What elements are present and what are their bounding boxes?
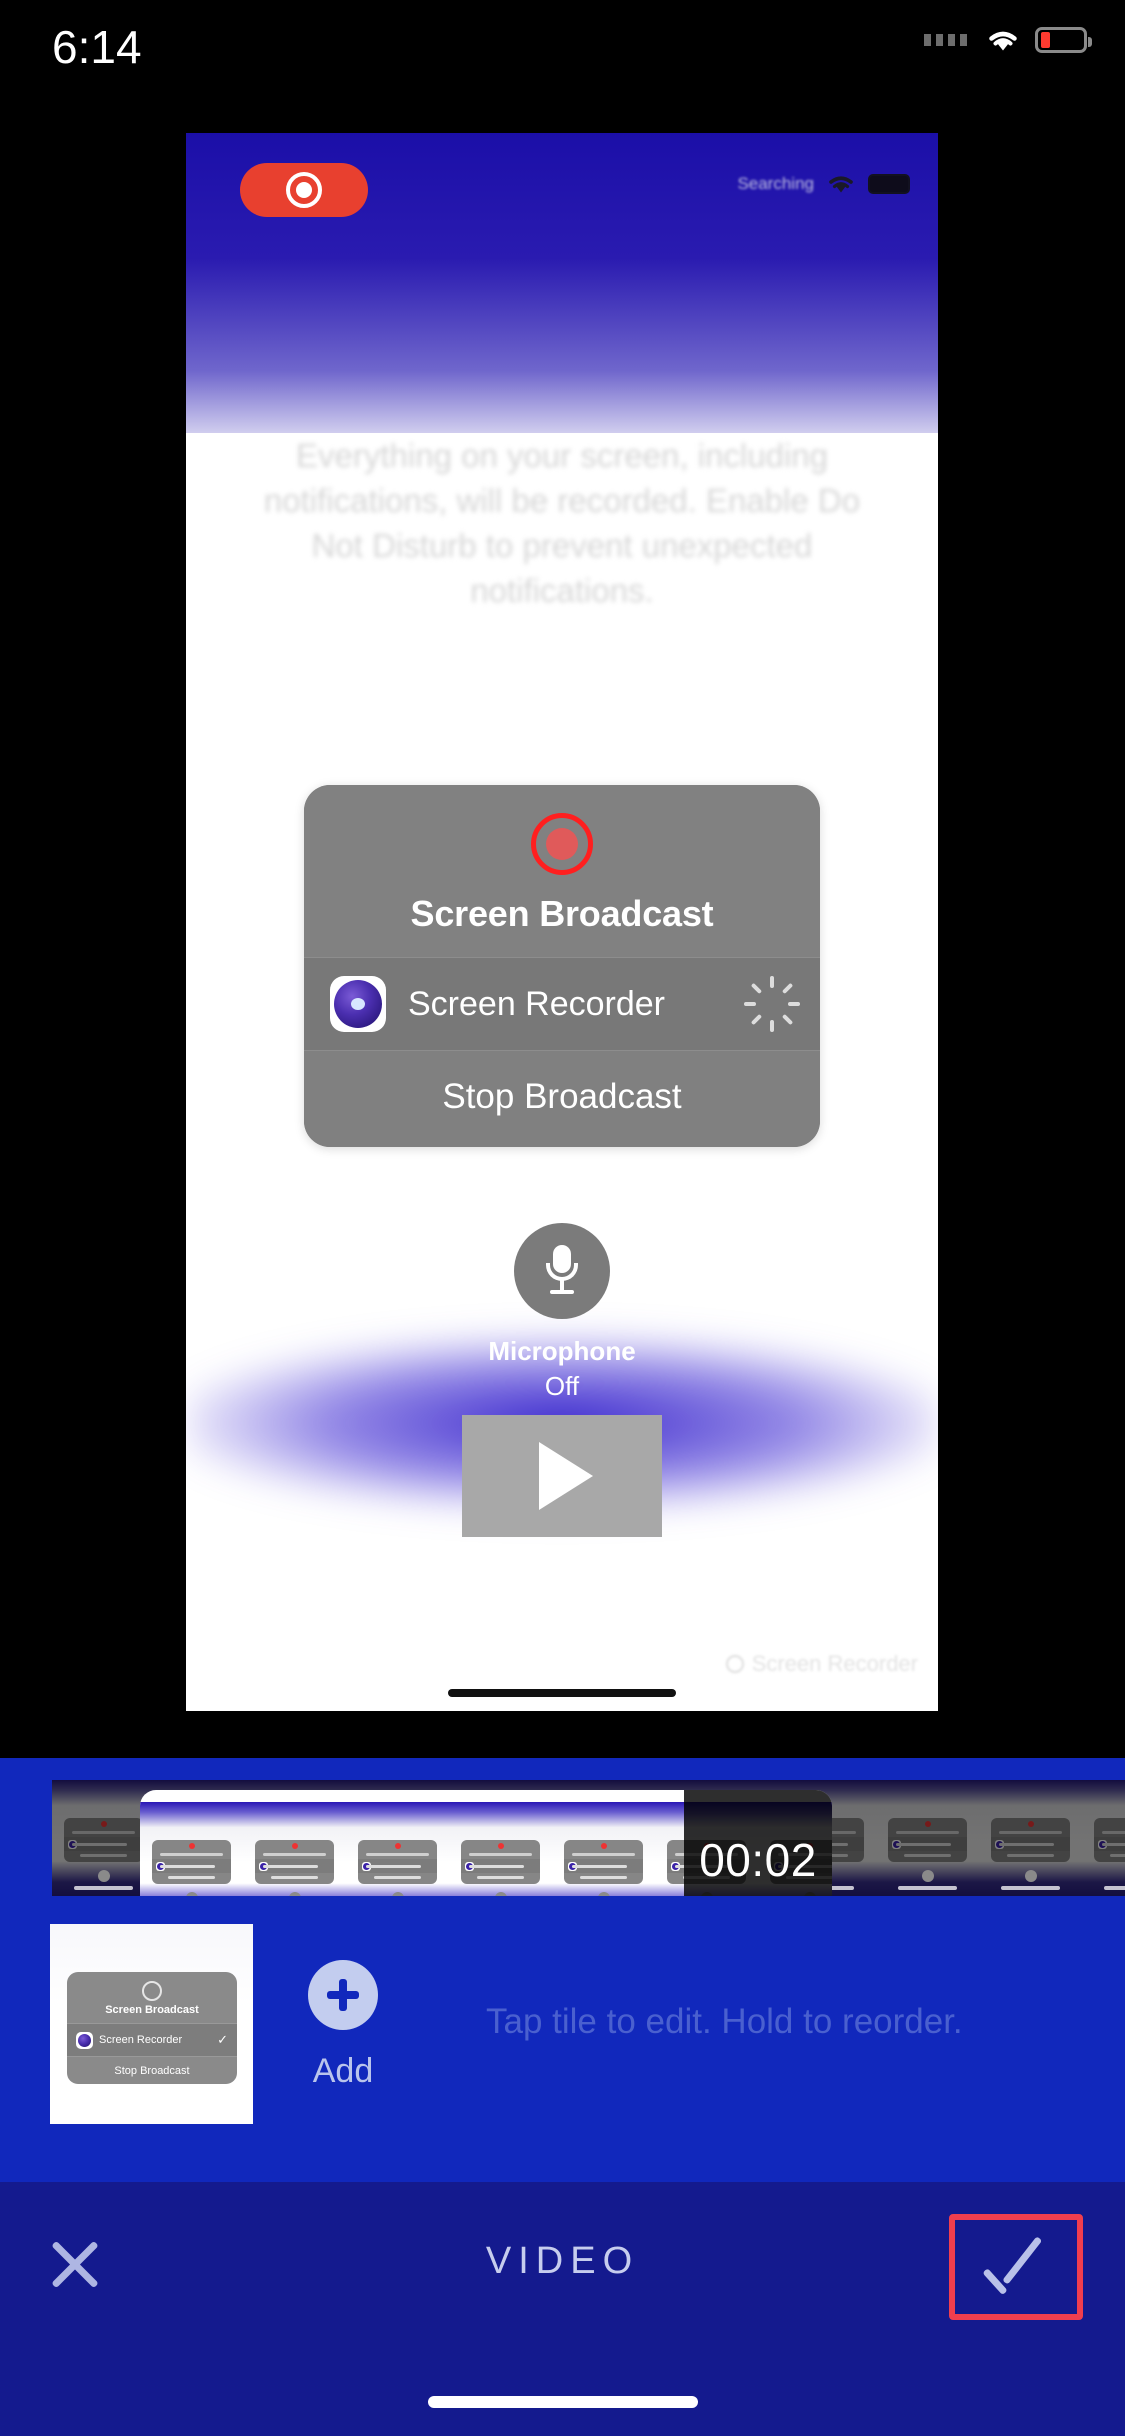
tile-dialog-app-label: Screen Recorder [99, 2034, 183, 2046]
screen-recorder-app-icon [76, 2031, 93, 2049]
tile-dialog-title: Screen Broadcast [105, 2004, 199, 2016]
clip-duration-text: 00:02 [699, 1834, 817, 1886]
recording-notice-text: Everything on your screen, including not… [263, 437, 861, 609]
status-bar-time: 6:14 [52, 21, 142, 73]
screen-broadcast-dialog: Screen Broadcast Screen Recorder Stop Br… [304, 785, 820, 1147]
video-preview-area[interactable]: Searching Everything on your screen, inc… [0, 86, 1125, 1758]
device-status-bar: 6:14 [0, 0, 1125, 86]
screen-recorder-watermark: Screen Recorder [725, 1651, 918, 1677]
add-clip-button[interactable]: Add [293, 1960, 393, 2091]
bottom-toolbar: VIDEO [0, 2182, 1125, 2436]
wifi-icon [985, 26, 1021, 54]
tile-row: Screen Broadcast Screen Recorder ✓ Stop … [0, 1924, 1125, 2124]
filmstrip-frame [552, 1802, 655, 1896]
add-button-label: Add [312, 2052, 374, 2090]
filmstrip-frame [346, 1802, 449, 1896]
editor-panel: 00:02 Screen Broadcast Screen Recorder ✓… [0, 1758, 1125, 2182]
filmstrip-frame [140, 1802, 243, 1896]
preview-carrier-text: Searching [737, 174, 814, 193]
home-indicator [427, 2396, 698, 2408]
preview-wifi-icon [826, 173, 856, 195]
filmstrip-frame [876, 1780, 979, 1896]
dialog-header: Screen Broadcast [304, 785, 820, 957]
confirm-button[interactable] [949, 2214, 1083, 2320]
play-icon [462, 1415, 662, 1537]
tile-hint-text: Tap tile to edit. Hold to reorder. [486, 2002, 963, 2041]
microphone-icon [514, 1223, 610, 1319]
checkmark-icon: ✓ [217, 2032, 228, 2047]
preview-status-indicators: Searching [737, 173, 910, 195]
stop-broadcast-button[interactable]: Stop Broadcast [304, 1051, 820, 1147]
filmstrip-frame [243, 1802, 346, 1896]
tile-dialog-app-row: Screen Recorder ✓ [67, 2023, 237, 2057]
filmstrip-frame [1082, 1780, 1125, 1896]
dialog-app-label: Screen Recorder [408, 984, 666, 1023]
screen-recorder-app-icon [330, 976, 386, 1032]
watermark-text: Screen Recorder [751, 1651, 918, 1676]
recorded-screen-frame: Searching Everything on your screen, inc… [186, 133, 938, 1711]
preview-battery-icon [868, 174, 910, 194]
record-icon [240, 163, 368, 217]
status-bar-indicators [924, 26, 1092, 54]
microphone-label: Microphone [488, 1336, 636, 1366]
screen-recorder-badge-icon [725, 1655, 744, 1673]
filmstrip-frame [979, 1780, 1082, 1896]
record-circle-icon [142, 1981, 162, 2001]
app-screen: 6:14 Searching Everything on your screen… [0, 0, 1125, 2436]
plus-icon [308, 1960, 378, 2030]
microphone-status: Microphone Off [186, 1223, 938, 1403]
clip-duration-badge: 00:02 [684, 1790, 832, 1896]
battery-low-icon [1035, 27, 1092, 53]
tile-dialog-footer: Stop Broadcast [114, 2065, 190, 2077]
signal-dots-icon [924, 34, 967, 46]
filmstrip-frame [449, 1802, 552, 1896]
stop-broadcast-label: Stop Broadcast [442, 1077, 682, 1116]
dialog-title: Screen Broadcast [410, 893, 714, 934]
tile-thumbnail-dialog: Screen Broadcast Screen Recorder ✓ Stop … [67, 1972, 237, 2084]
microphone-state: Off [544, 1371, 580, 1401]
spinner-icon [744, 976, 800, 1032]
dialog-app-row[interactable]: Screen Recorder [304, 957, 820, 1051]
timeline-selection[interactable]: 00:02 [140, 1790, 832, 1896]
preview-home-indicator [448, 1689, 676, 1697]
clip-tile[interactable]: Screen Broadcast Screen Recorder ✓ Stop … [50, 1924, 253, 2124]
timeline-filmstrip[interactable]: 00:02 [0, 1780, 1125, 1896]
check-icon [981, 2245, 1051, 2289]
record-circle-icon [531, 813, 593, 875]
